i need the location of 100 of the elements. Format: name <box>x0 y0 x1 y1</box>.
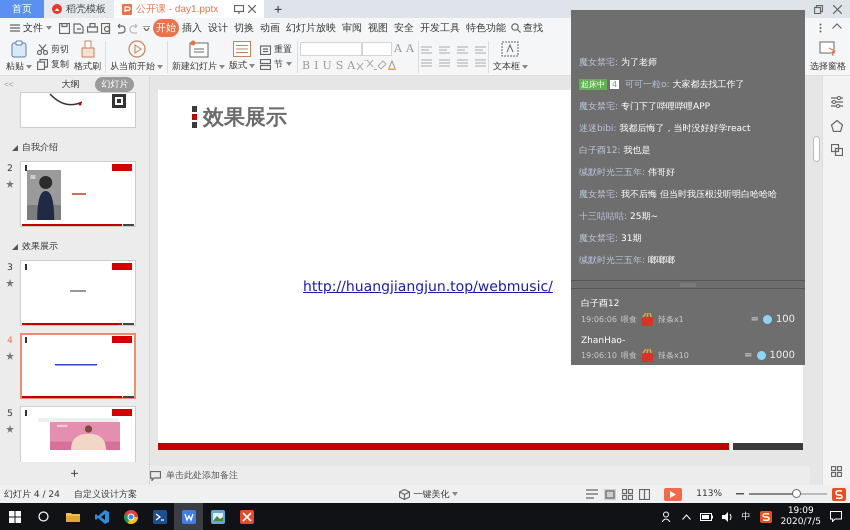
play-from-current-button[interactable]: 从当前开始 <box>108 40 165 73</box>
fan-badge-level: 4 <box>610 80 620 89</box>
sliders-icon[interactable] <box>830 96 842 108</box>
restore-icon[interactable] <box>814 4 823 14</box>
layout-button[interactable]: 版式 <box>227 41 257 72</box>
slideshow-button[interactable] <box>664 488 682 500</box>
input-method-icon[interactable] <box>760 510 772 522</box>
cut-button[interactable]: 剪切 <box>34 42 72 56</box>
chat-message: 专门下了哔哩哔哩APP <box>621 100 710 113</box>
shape-icon[interactable] <box>830 120 842 132</box>
animation-star-icon <box>6 279 14 287</box>
gift-time: 19:06:06 <box>581 315 617 324</box>
new-tab-button[interactable]: + <box>264 0 292 18</box>
notes-field[interactable]: 单击此处添加备注 <box>150 466 810 485</box>
slide-counter: 幻灯片 4 / 24 <box>4 488 60 500</box>
add-slide-button[interactable]: + <box>64 464 85 482</box>
paste-button[interactable]: 粘贴 <box>4 40 34 73</box>
expanded-icon[interactable] <box>12 144 18 150</box>
window-tab[interactable]: 稻壳模板 <box>44 0 114 18</box>
ribbon-tab[interactable]: 动画 <box>257 19 283 37</box>
ribbon-tab[interactable]: 开发工具 <box>417 19 463 37</box>
gift-name: 辣条x10 <box>658 350 689 361</box>
format-painter-button[interactable]: 格式刷 <box>72 40 103 73</box>
export-icon[interactable] <box>73 22 84 34</box>
clock-time[interactable]: 19:09 <box>788 506 814 516</box>
slide-thumbnail[interactable] <box>20 260 136 326</box>
file-menu[interactable]: 文件 <box>6 21 56 35</box>
section-title[interactable]: 效果展示 <box>22 240 58 253</box>
chevron-up-icon[interactable] <box>682 514 691 520</box>
slide-thumbnail[interactable] <box>20 333 136 399</box>
text-color-icon[interactable] <box>387 60 398 70</box>
speaker-icon[interactable] <box>722 512 733 522</box>
chat-message: 啷啷啷 <box>648 254 676 267</box>
view-tab[interactable]: 大纲 <box>55 76 86 92</box>
notes-view-icon[interactable] <box>586 489 598 499</box>
save-icon[interactable] <box>59 22 70 34</box>
windows-icon <box>8 510 20 522</box>
clock-date[interactable]: 2020/7/5 <box>780 516 821 527</box>
ribbon-tab[interactable]: 切换 <box>231 19 257 37</box>
copy-icon <box>37 58 48 70</box>
ribbon-tab[interactable]: 特色功能 <box>463 19 509 37</box>
chat-username: 十三咕咕咕: <box>579 210 628 223</box>
people-icon[interactable] <box>662 511 673 522</box>
code-editor-icon <box>94 510 108 524</box>
new-slide-button[interactable]: 新建幻灯片 <box>170 40 227 73</box>
animation-star-icon <box>6 180 14 188</box>
ribbon-tab[interactable]: 视图 <box>365 19 391 37</box>
text-box-button[interactable]: 文本框 <box>490 40 530 73</box>
chat-username: 魔女禁宅: <box>579 56 618 69</box>
ribbon-tab[interactable]: 插入 <box>179 19 205 37</box>
ribbon-tab[interactable]: 设计 <box>205 19 231 37</box>
chat-message: 25期~ <box>630 210 658 223</box>
input-method-icon[interactable] <box>832 488 846 500</box>
text-box-icon <box>501 40 520 58</box>
theme-button[interactable]: 自定义设计方案 <box>74 488 137 500</box>
chat-username: 魔女禁宅: <box>579 100 618 113</box>
gift-icon <box>640 313 654 326</box>
gift-action: 喂食 <box>620 314 637 325</box>
presentation-file-icon <box>122 4 132 14</box>
grid-icon[interactable] <box>831 466 842 477</box>
expanded-icon[interactable] <box>12 244 18 250</box>
zoom-level[interactable]: 113% <box>696 489 722 499</box>
reset-button[interactable]: 重置 <box>257 42 295 56</box>
chat-message: 伟哥好 <box>648 166 676 179</box>
scroll-thumb[interactable] <box>812 136 820 162</box>
slide-number: 4 <box>7 336 13 346</box>
more-icon[interactable] <box>143 26 150 30</box>
search-button[interactable]: 查找 <box>509 21 545 35</box>
notification-icon[interactable] <box>830 511 842 522</box>
reading-view-icon[interactable] <box>639 488 650 500</box>
comment-icon <box>150 470 161 480</box>
duplicate-icon[interactable] <box>830 144 842 156</box>
copy-button[interactable]: 复制 <box>34 56 72 72</box>
preview-icon[interactable] <box>101 22 112 34</box>
ribbon-tab[interactable]: 安全 <box>391 19 417 37</box>
taskbar-app[interactable] <box>174 503 203 530</box>
slide-thumbnail[interactable] <box>20 92 136 128</box>
flame-icon <box>52 4 62 14</box>
battery-icon[interactable] <box>700 512 713 520</box>
selection-pane-button[interactable]: 选择窗格 <box>810 40 846 73</box>
link[interactable]: http://huangjiangjun.top/webmusic/ <box>303 279 553 295</box>
image-viewer-icon <box>210 510 224 524</box>
beautify-button[interactable]: 一键美化 <box>399 488 458 500</box>
input-language[interactable]: 中 <box>742 510 751 523</box>
slider-thumb[interactable] <box>792 489 801 498</box>
resize-handle-icon[interactable] <box>680 282 696 286</box>
undo-icon[interactable] <box>115 22 126 34</box>
collapse-icon[interactable] <box>832 23 842 29</box>
ribbon-tab[interactable]: 幻灯片放映 <box>283 19 339 37</box>
close-icon[interactable] <box>248 5 256 13</box>
font-name-field[interactable] <box>300 42 362 56</box>
sorter-view-icon[interactable] <box>622 488 634 500</box>
section-title[interactable]: 自我介绍 <box>22 141 58 154</box>
ribbon-tab[interactable]: 审阅 <box>339 19 365 37</box>
section-button[interactable]: 节 <box>257 56 295 72</box>
print-icon[interactable] <box>87 22 98 34</box>
font-size-field[interactable] <box>362 42 392 56</box>
normal-view-icon[interactable] <box>604 488 616 500</box>
close-icon[interactable] <box>833 4 842 14</box>
more-vertical-icon[interactable] <box>819 23 822 33</box>
